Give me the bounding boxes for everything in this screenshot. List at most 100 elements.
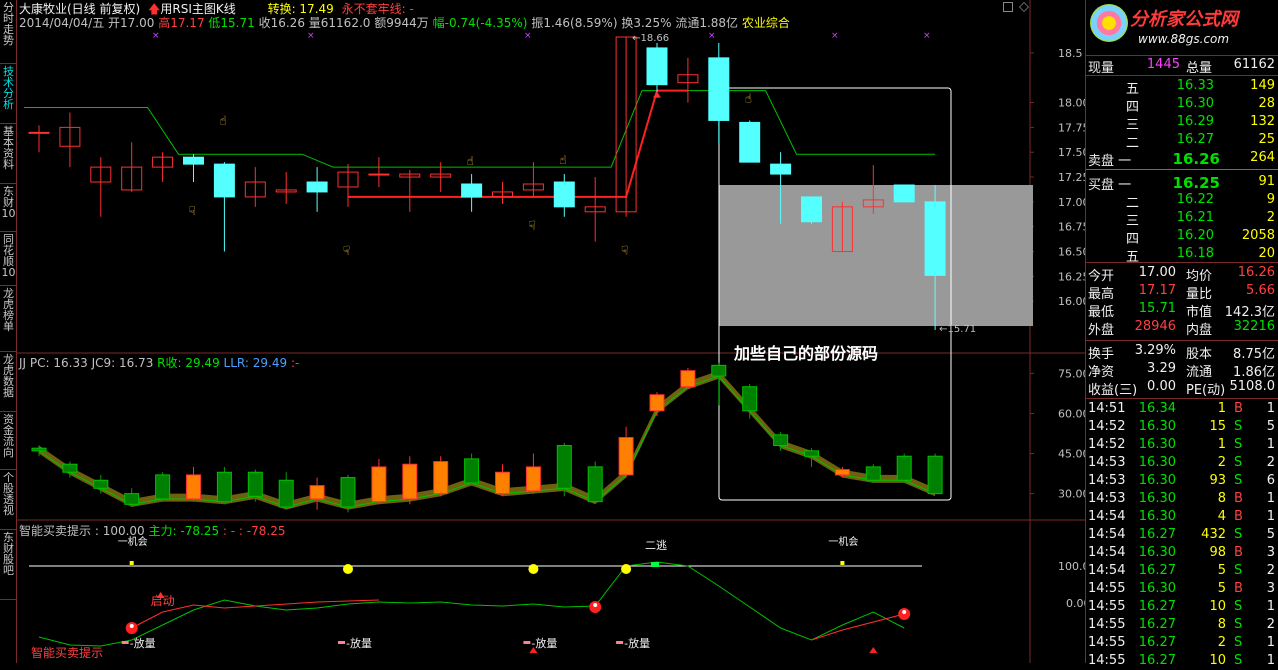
sub1-candle[interactable] [587,466,603,503]
tick-row: 14:53 16.30 2 S 2 [1086,454,1278,472]
sub1-axis-label: 60.00 [1058,407,1085,420]
sub1-candle[interactable] [464,458,480,484]
sub1-candle[interactable] [742,386,758,412]
ask1-row[interactable]: 卖盘 一 16.26 264 [1086,149,1278,169]
close-value: 收16.26 [258,16,305,30]
ask-row[interactable]: 三 16.29 132 [1086,113,1278,133]
sub1-candle[interactable] [525,466,541,492]
tick-time: 14:53 [1088,491,1126,506]
kline-candle[interactable] [213,163,235,198]
zongliang-value: 61162 [1233,57,1275,72]
bid-row[interactable]: 三 16.21 2 [1086,209,1278,229]
tick-volume: 15 [1209,419,1226,434]
kline-candle[interactable] [368,173,390,176]
kline-candle[interactable] [801,196,822,223]
sub1-candle[interactable] [247,471,263,497]
left-tab-2[interactable]: 基本资料 [0,124,17,184]
kline-candle[interactable] [739,121,761,163]
ask-vol: 132 [1250,114,1275,129]
tick-count: 2 [1266,617,1275,632]
sub2-buy-hint-label: 智能买卖提示 [31,645,103,660]
sub1-band [39,370,936,510]
left-tab-9[interactable]: 东财股吧 [0,530,17,600]
left-tab-1[interactable]: 技术分析 [0,64,17,124]
sub2-dot-shine [129,624,134,628]
sub2-yellow-square [840,561,845,565]
sub1-candle[interactable] [865,466,881,481]
bid-row[interactable]: 四 16.20 2058 [1086,227,1278,247]
tick-price: 16.30 [1138,509,1176,524]
sub1-candle[interactable] [340,477,356,508]
sub1-candle[interactable] [680,370,696,388]
tick-count: 5 [1266,419,1275,434]
sub1-candle[interactable] [618,437,634,476]
sub1-candle[interactable] [93,479,109,489]
sub1-candle[interactable] [649,394,665,412]
sub1-candle[interactable] [834,469,850,476]
sub1-candle[interactable] [62,463,78,473]
finger-up-icon: ☝ [467,154,474,168]
stat-value-1: 17.17 [1138,283,1176,298]
kline-candle[interactable] [924,201,946,276]
sub1-candle[interactable] [31,447,47,452]
bid-row[interactable]: 二 16.22 9 [1086,191,1278,211]
tick-time: 14:52 [1088,437,1126,452]
kline-candle[interactable] [28,131,50,134]
sub1-llr: LLR: 29.49 [223,356,288,370]
sub1-candle[interactable] [773,434,789,447]
ask-row[interactable]: 二 16.27 25 [1086,131,1278,151]
left-tab-7[interactable]: 资金流向 [0,412,17,470]
left-tab-0[interactable]: 分时走势 [0,0,17,64]
kline-candle[interactable] [183,156,204,165]
sub1-candle[interactable] [216,471,232,503]
price-axis-label: 17.50 [1058,146,1085,159]
kline-candle[interactable] [306,181,328,193]
kline-chart-svg[interactable]: 18.5 18.00 17.75 17.50 17.25 17.00 16.75 16.50 1… [17,0,1085,663]
left-tab-8[interactable]: 个股透视 [0,470,17,530]
ask1-price: 16.26 [1172,150,1220,168]
low-mark-label: ←15.71 [939,324,976,335]
kline-candle[interactable] [461,183,483,198]
ask-row[interactable]: 五 16.33 149 [1086,77,1278,97]
restore-window-icon[interactable] [1003,2,1013,12]
sub1-candle[interactable] [804,450,819,457]
left-tab-3[interactable]: 东财10 [0,184,17,232]
left-tab-5[interactable]: 龙虎榜单 [0,286,17,352]
left-tab-6[interactable]: 龙虎数据 [0,352,17,412]
sector-value[interactable]: 农业综合 [742,16,790,30]
sub1-candle[interactable] [309,485,325,500]
bid-price: 16.18 [1176,246,1214,261]
bid-row[interactable]: 五 16.18 20 [1086,245,1278,265]
tick-row: 14:54 16.30 4 B 1 [1086,508,1278,526]
sub1-candle[interactable] [556,445,572,489]
sub1-candle[interactable] [495,471,510,495]
left-tab-4[interactable]: 同花顺10 [0,232,17,286]
sub1-candle[interactable] [927,455,943,495]
sub1-candle[interactable] [711,364,727,377]
kline-candle[interactable] [893,184,915,203]
kline-candle[interactable] [553,181,575,208]
sub1-candle[interactable] [124,493,140,505]
sub1-candle[interactable] [371,466,387,503]
sub1-candle[interactable] [896,455,912,481]
tick-price: 16.34 [1138,401,1176,416]
price-axis-label: 16.25 [1058,270,1085,283]
tick-count: 1 [1266,599,1275,614]
kline-candle[interactable] [646,47,668,86]
sub1-name: JJ [19,356,27,370]
bid1-row[interactable]: 买盘 一 16.25 91 [1086,173,1278,193]
stat-value-1: 28946 [1134,319,1176,334]
volume-value: 量61162.0 [308,16,371,30]
sub1-candle[interactable] [278,479,294,508]
kline-candle[interactable] [708,57,730,121]
sub1-candle[interactable] [433,461,449,495]
kline-candle[interactable] [770,163,792,175]
tick-time: 14:54 [1088,509,1126,524]
ask-row[interactable]: 四 16.30 28 [1086,95,1278,115]
sub1-candle[interactable] [186,474,201,500]
bid-vol: 2058 [1241,228,1275,243]
sub1-candle[interactable] [155,474,171,500]
chart-area[interactable]: 18.5 18.00 17.75 17.50 17.25 17.00 16.75 16.50 1… [17,0,1085,663]
ask-vol: 149 [1250,78,1275,93]
sub1-candle[interactable] [402,463,418,500]
